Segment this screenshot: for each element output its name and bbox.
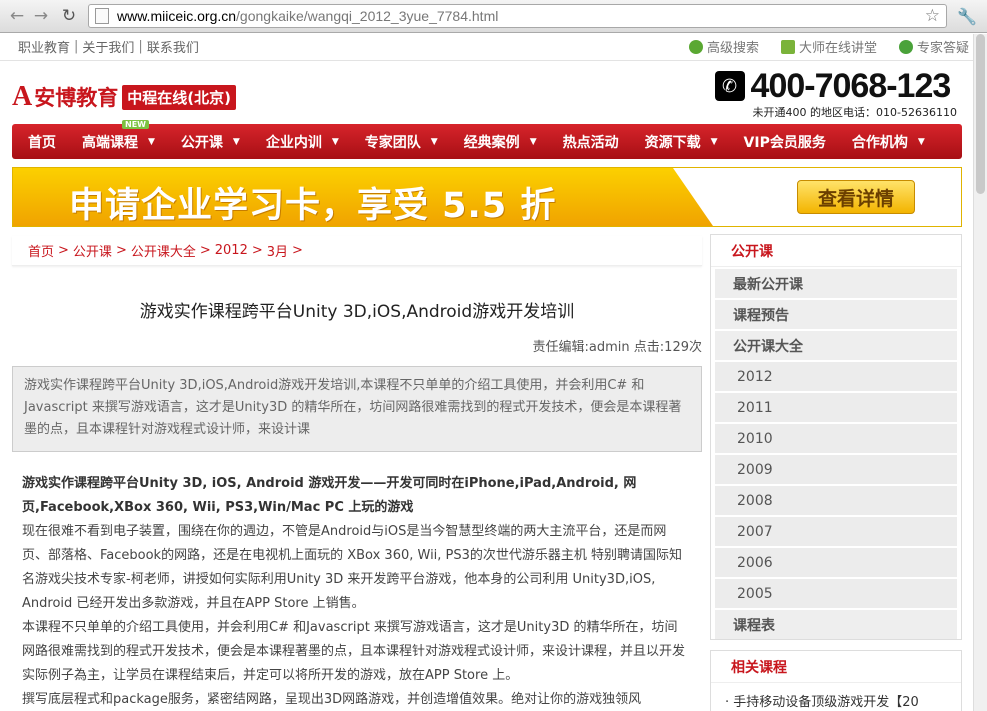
breadcrumb-course-catalog[interactable]: 公开课大全 (131, 241, 196, 260)
article-title: 游戏实作课程跨平台Unity 3D,iOS,Android游戏开发培训 (139, 302, 575, 322)
article-paragraph: 本课程不只单单的介绍工具使用，并会利用C# 和Javascript 来撰写游戏语… (22, 620, 686, 683)
wrench-icon[interactable]: 🔧 (953, 7, 981, 26)
related-courses: 相关课程 · 手持移动设备顶级游戏开发【20 (710, 650, 962, 711)
banner-text: 申请企业学习卡，享受 5.5 折 (69, 186, 557, 226)
breadcrumb-year[interactable]: 2012 (215, 243, 248, 258)
chevron-down-icon: ▼ (232, 136, 240, 147)
sidebar-year-2009[interactable]: 2009 (715, 455, 957, 484)
sidebar-title: 公开课 (711, 235, 961, 267)
sidebar-year-2005[interactable]: 2005 (715, 579, 957, 608)
page-scrollbar[interactable] (973, 34, 987, 711)
sidebar-year-2010[interactable]: 2010 (715, 424, 957, 453)
hotline: ✆ 400-7068-123 未开通400 的地区电话：010-52636110 (714, 67, 957, 120)
chevron-down-icon: ▼ (430, 136, 438, 147)
site-logo[interactable]: A 安博教育 中程在线(北京) (12, 81, 236, 113)
nav-hot-events[interactable]: 热点活动 (563, 132, 619, 152)
nav-public-courses[interactable]: 公开课 ▼ (181, 132, 240, 152)
sidebar-item-latest[interactable]: 最新公开课 (715, 269, 957, 298)
chevron-down-icon: ▼ (148, 136, 155, 147)
article-meta: 责任编辑:admin 点击:129次 (532, 340, 702, 355)
nav-classic-cases[interactable]: 经典案例 ▼ (464, 132, 537, 152)
chevron-down-icon: ▼ (529, 136, 537, 147)
promo-banner[interactable]: 申请企业学习卡，享受 5.5 折 查看详情 (12, 167, 962, 227)
logo-name: 安博教育 (34, 86, 119, 110)
chevron-down-icon: ▼ (917, 136, 925, 147)
url-path: /gongkaike/wangqi_2012_3yue_7784.html (236, 8, 499, 24)
main-nav: 首页 高端课程 ▼ NEW 公开课 ▼ 企业内训 ▼ 专家团队 ▼ 经典案例 ▼ 热点活动 … (12, 119, 962, 159)
breadcrumb-month[interactable]: 3月 (267, 241, 288, 260)
breadcrumb: 首页 > 公开课 > 公开课大全 > 2012 > 3月 > (12, 236, 702, 266)
sidebar-item-schedule[interactable]: 课程表 (715, 610, 957, 639)
nav-vip[interactable]: VIP会员服务 (744, 132, 826, 152)
sidebar-year-2012[interactable]: 2012 (715, 362, 957, 391)
article-paragraph: 撰写底层程式和package服务，紧密结网路，呈现出3D网路游戏，并创造增值效果… (22, 692, 642, 707)
search-icon (688, 39, 703, 54)
scroll-thumb[interactable] (976, 34, 985, 194)
page-icon (95, 8, 109, 24)
nav-premium-courses[interactable]: 高端课程 ▼ NEW (82, 119, 155, 152)
nav-downloads[interactable]: 资源下载 ▼ (645, 132, 718, 152)
top-links-bar: 职业教育 | 关于我们 | 联系我们 高级搜索 大师在线讲堂 专家答疑 (0, 33, 987, 61)
back-icon[interactable]: ← (6, 5, 28, 27)
forward-icon[interactable]: → (30, 5, 52, 27)
hotline-number: 400-7068-123 (750, 67, 952, 105)
url-host: www.miiceic.org.cn (117, 8, 237, 24)
master-lecture-link[interactable]: 大师在线讲堂 (780, 37, 877, 56)
nav-home[interactable]: 首页 (28, 132, 56, 152)
sidebar-year-2011[interactable]: 2011 (715, 393, 957, 422)
expert-qa-link[interactable]: 专家答疑 (898, 37, 969, 56)
advanced-search-link[interactable]: 高级搜索 (688, 37, 759, 56)
nav-partners[interactable]: 合作机构 ▼ (852, 132, 925, 152)
sidebar-item-preview[interactable]: 课程预告 (715, 300, 957, 329)
related-course-link[interactable]: · 手持移动设备顶级游戏开发【20 (711, 691, 961, 710)
advanced-search-label: 高级搜索 (706, 41, 759, 56)
question-icon (898, 39, 913, 54)
article-body: 游戏实作课程跨平台Unity 3D, iOS, Android 游戏开发——开发… (22, 472, 690, 711)
reload-icon[interactable]: ↻ (58, 5, 80, 27)
site-header: A 安博教育 中程在线(北京) ✆ 400-7068-123 未开通400 的地… (0, 61, 987, 124)
chevron-down-icon: ▼ (331, 136, 339, 147)
browser-toolbar: ← → ↻ www.miiceic.org.cn/gongkaike/wangq… (0, 0, 987, 33)
new-badge: NEW (122, 119, 149, 129)
hotline-note: 未开通400 的地区电话：010-52636110 (752, 106, 957, 119)
logo-mark: A (12, 81, 33, 112)
sidebar-year-2008[interactable]: 2008 (715, 486, 957, 515)
breadcrumb-public-courses[interactable]: 公开课 (73, 241, 112, 260)
sidebar-item-catalog[interactable]: 公开课大全 (715, 331, 957, 360)
tv-icon (780, 39, 795, 54)
address-bar[interactable]: www.miiceic.org.cn/gongkaike/wangqi_2012… (88, 4, 947, 28)
view-details-button[interactable]: 查看详情 (797, 180, 915, 214)
related-courses-title: 相关课程 (711, 651, 961, 683)
nav-corporate-training[interactable]: 企业内训 ▼ (266, 132, 339, 152)
breadcrumb-home[interactable]: 首页 (28, 241, 54, 260)
article-lead: 游戏实作课程跨平台Unity 3D, iOS, Android 游戏开发——开发… (22, 476, 637, 515)
link-contact-us[interactable]: 联系我们 (147, 37, 199, 56)
link-about-us[interactable]: 关于我们 (82, 37, 134, 56)
phone-icon: ✆ (714, 71, 745, 101)
sidebar-year-2006[interactable]: 2006 (715, 548, 957, 577)
master-lecture-label: 大师在线讲堂 (798, 41, 877, 56)
chevron-down-icon: ▼ (710, 136, 718, 147)
bookmark-star-icon[interactable]: ☆ (925, 6, 940, 26)
article-paragraph: 现在很难不看到电子装置，围绕在你的週边，不管是Android与iOS是当今智慧型… (22, 524, 683, 611)
sidebar-year-2007[interactable]: 2007 (715, 517, 957, 546)
link-vocational-education[interactable]: 职业教育 (18, 37, 70, 56)
nav-expert-team[interactable]: 专家团队 ▼ (365, 132, 438, 152)
article-summary: 游戏实作课程跨平台Unity 3D,iOS,Android游戏开发培训,本课程不… (12, 366, 702, 452)
expert-qa-label: 专家答疑 (916, 41, 969, 56)
sidebar-public-courses: 公开课 最新公开课 课程预告 公开课大全 2012 2011 2010 2009… (710, 234, 962, 640)
logo-subtitle: 中程在线(北京) (122, 84, 236, 110)
